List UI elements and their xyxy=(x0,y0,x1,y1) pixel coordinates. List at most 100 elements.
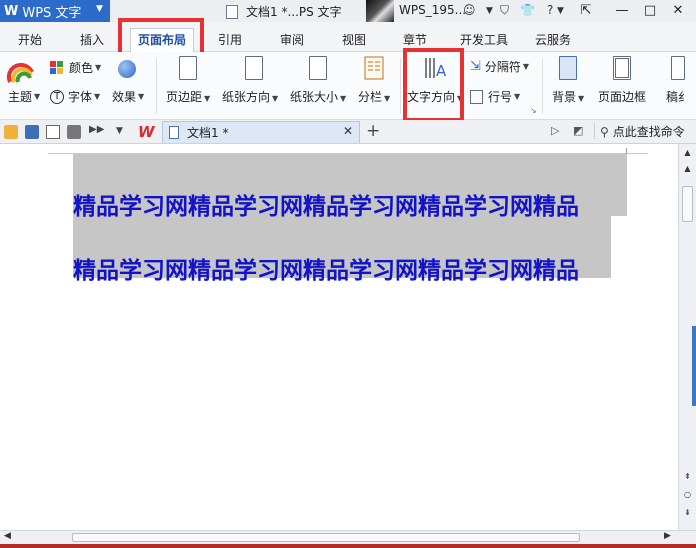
theme-dropdown[interactable]: 主题 ▼ xyxy=(8,88,40,105)
user-name[interactable]: WPS_195... xyxy=(399,3,466,17)
close-button[interactable]: ✕ xyxy=(668,1,688,21)
columns-icon xyxy=(364,56,384,80)
document-canvas[interactable]: 精品学习网精品学习网精品学习网精品学习网精品 精品学习网精品学习网精品学习网精品… xyxy=(0,144,678,530)
document-paragraph-1[interactable]: 精品学习网精品学习网精品学习网精品学习网精品 xyxy=(73,187,579,221)
wps-home-icon[interactable]: W xyxy=(138,123,155,141)
effect-icon-button[interactable] xyxy=(118,60,136,78)
theme-button[interactable] xyxy=(6,58,34,84)
effect-icon xyxy=(118,60,136,78)
tab-developer[interactable]: 开发工具 xyxy=(460,31,508,48)
assistant-icon[interactable]: ◩ xyxy=(573,124,583,137)
document-tab[interactable]: 文档1 * ✕ xyxy=(162,121,360,143)
separator-label: 分隔符 xyxy=(484,60,521,74)
dialog-launcher-icon[interactable]: ↘ xyxy=(530,106,537,115)
tab-review[interactable]: 审阅 xyxy=(280,31,304,48)
scroll-up-icon[interactable]: ▲ xyxy=(681,162,694,175)
chevron-down-icon: ▼ xyxy=(522,62,530,71)
tab-references[interactable]: 引用 xyxy=(218,31,242,48)
scroll-left-icon[interactable]: ◀ xyxy=(4,531,11,541)
help-icon[interactable]: ? xyxy=(547,3,553,17)
background-button[interactable]: 背景 ▼ xyxy=(552,56,584,105)
chevron-down-icon[interactable]: ▼ xyxy=(116,126,123,136)
app-menu-button[interactable]: W WPS 文字 ▼ xyxy=(0,0,110,22)
close-icon[interactable]: ✕ xyxy=(343,124,353,138)
more-tools-icon[interactable]: ▶▶ xyxy=(89,124,104,135)
page-border-button[interactable]: 页面边框 xyxy=(598,56,646,105)
chevron-down-icon: ▼ xyxy=(204,94,211,103)
tab-insert[interactable]: 插入 xyxy=(80,31,104,48)
minimize-button[interactable]: — xyxy=(612,1,632,21)
menu-tab-bar: 开始 插入 页面布局 引用 审阅 视图 章节 开发工具 云服务 xyxy=(0,22,696,52)
tab-view[interactable]: 视图 xyxy=(342,31,366,48)
chevron-down-icon[interactable]: ▼ xyxy=(486,6,493,16)
command-search[interactable]: ⚲ 点此查找命令 xyxy=(600,123,685,140)
save-icon[interactable] xyxy=(25,125,39,139)
line-number-icon xyxy=(470,89,483,104)
document-tab-label: 文档1 * xyxy=(187,126,229,140)
line-number-label: 行号 xyxy=(488,90,513,104)
page-break-icon: ⇲ xyxy=(470,59,481,74)
line-number-dropdown[interactable]: 行号 ▼ xyxy=(470,88,520,105)
theme-icon xyxy=(6,62,34,83)
open-folder-icon[interactable] xyxy=(4,125,18,139)
separator-dropdown[interactable]: ⇲ 分隔符 ▼ xyxy=(470,58,529,75)
ribbon-toolbar: 主题 ▼ 颜色 ▼ T 字体 ▼ 效果 ▼ 页边距 ▼ 纸张方向 ▼ 纸张大小 … xyxy=(0,52,696,120)
chevron-down-icon: ▼ xyxy=(96,4,103,14)
orientation-label: 纸张方向 xyxy=(222,90,271,104)
select-browse-object-icon[interactable]: ○ xyxy=(681,488,694,501)
wps-logo-icon: W xyxy=(4,3,19,19)
side-panel-tab[interactable] xyxy=(692,326,696,406)
margin-button[interactable]: 页边距 ▼ xyxy=(166,56,210,105)
chevron-down-icon: ▼ xyxy=(578,94,585,103)
chevron-down-icon: ▼ xyxy=(384,94,391,103)
avatar[interactable] xyxy=(366,0,394,22)
wps-writer-window: W WPS 文字 ▼ 文档1 *...PS 文字 WPS_195... ☺ ▼ … xyxy=(0,0,696,548)
page-margin-icon xyxy=(179,56,198,80)
next-page-icon[interactable]: ⇟ xyxy=(681,506,694,519)
print-icon[interactable] xyxy=(67,125,81,139)
tab-home[interactable]: 开始 xyxy=(18,31,42,48)
draft-button[interactable]: 稿纟 xyxy=(666,56,690,105)
user-badge-icon[interactable]: ☺ xyxy=(463,3,476,17)
chevron-down-icon: ▼ xyxy=(138,92,145,101)
font-dropdown[interactable]: T 字体 ▼ xyxy=(50,88,100,105)
document-title: 文档1 *...PS 文字 xyxy=(226,3,342,20)
tab-cloud-services[interactable]: 云服务 xyxy=(535,31,571,48)
tab-sections[interactable]: 章节 xyxy=(403,31,427,48)
chevron-down-icon[interactable]: ▼ xyxy=(557,6,564,16)
review-icon[interactable]: ▷ xyxy=(551,124,559,137)
fullscreen-icon[interactable]: ⇱ xyxy=(576,1,596,21)
shield-icon[interactable]: ⛉ xyxy=(500,3,509,18)
maximize-button[interactable]: □ xyxy=(640,1,660,21)
columns-label: 分栏 xyxy=(358,90,383,104)
title-bar: W WPS 文字 ▼ 文档1 *...PS 文字 WPS_195... ☺ ▼ … xyxy=(0,0,696,22)
horizontal-scroll-thumb[interactable] xyxy=(72,533,580,542)
chevron-down-icon: ▼ xyxy=(34,92,41,101)
columns-button[interactable]: 分栏 ▼ xyxy=(358,56,390,105)
effect-dropdown[interactable]: 效果 ▼ xyxy=(112,88,144,105)
effect-label: 效果 xyxy=(112,90,137,104)
export-pdf-icon[interactable] xyxy=(46,125,60,139)
color-palette-icon xyxy=(50,60,63,74)
document-icon xyxy=(169,126,179,139)
ribbon-separator xyxy=(400,58,401,114)
ribbon-separator xyxy=(156,58,157,114)
horizontal-scrollbar[interactable]: ◀ ▶ xyxy=(0,530,696,544)
orientation-button[interactable]: 纸张方向 ▼ xyxy=(222,56,278,105)
chevron-down-icon: ▼ xyxy=(95,63,102,72)
new-tab-button[interactable]: + xyxy=(366,121,380,141)
document-paragraph-2[interactable]: 精品学习网精品学习网精品学习网精品学习网精品 xyxy=(73,251,579,285)
color-dropdown[interactable]: 颜色 ▼ xyxy=(50,59,101,76)
scroll-up-icon[interactable]: ▲ xyxy=(681,146,694,159)
document-title-text: 文档1 *...PS 文字 xyxy=(246,5,342,19)
highlight-box-text-direction xyxy=(403,48,464,122)
page-border-icon xyxy=(613,56,631,80)
prev-page-icon[interactable]: ⇞ xyxy=(681,470,694,483)
skin-icon[interactable]: 👕 xyxy=(520,3,535,17)
quick-access-toolbar: ▶▶ ▼ W 文档1 * ✕ + ▷ ◩ ⚲ 点此查找命令 xyxy=(0,120,696,144)
paper-size-button[interactable]: 纸张大小 ▼ xyxy=(290,56,346,105)
scroll-right-icon[interactable]: ▶ xyxy=(664,531,671,541)
ribbon-separator xyxy=(542,58,543,114)
scroll-thumb[interactable] xyxy=(682,186,693,222)
paper-size-icon xyxy=(309,56,328,80)
